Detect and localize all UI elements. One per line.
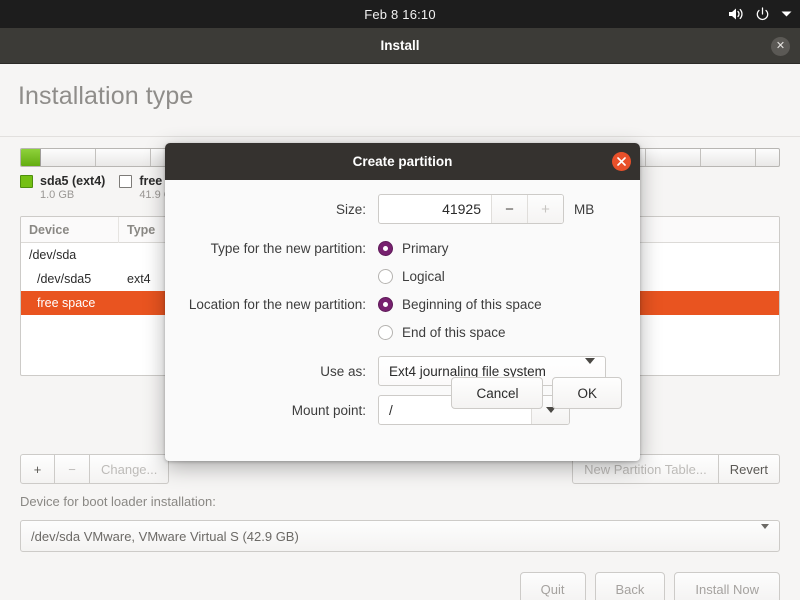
volume-icon[interactable] xyxy=(728,7,744,21)
radio-primary-label: Primary xyxy=(402,240,449,256)
back-button[interactable]: Back xyxy=(594,572,666,600)
dialog-footer: Cancel OK xyxy=(165,366,640,420)
dialog-title: Create partition xyxy=(352,154,453,169)
radio-logical-label: Logical xyxy=(402,268,445,284)
dialog-body: Size: − + MB Type for the new partition:… xyxy=(165,180,640,425)
add-partition-button[interactable]: + xyxy=(20,454,55,484)
partition-toolbar: + − Change... xyxy=(20,454,170,484)
type-label: Type for the new partition: xyxy=(210,240,366,256)
dialog-close-icon[interactable] xyxy=(612,152,631,171)
size-stepper[interactable]: − + xyxy=(378,194,564,224)
cell-device: /dev/sda5 xyxy=(37,272,92,286)
type-row-2: Logical xyxy=(165,262,640,290)
revert-button[interactable]: Revert xyxy=(718,454,780,484)
cell-device: /dev/sda xyxy=(29,248,77,262)
size-decrement-button[interactable]: − xyxy=(491,195,527,223)
cancel-button[interactable]: Cancel xyxy=(451,377,544,409)
column-header-device[interactable]: Device xyxy=(21,217,119,243)
size-increment-button[interactable]: + xyxy=(527,195,563,223)
system-top-bar: Feb 8 16:10 xyxy=(0,0,800,28)
size-input[interactable] xyxy=(379,195,491,223)
legend-size: 1.0 GB xyxy=(40,189,75,201)
cell-device: free space xyxy=(37,296,96,310)
boot-loader-select[interactable]: /dev/sda VMware, VMware Virtual S (42.9 … xyxy=(20,520,780,552)
radio-option-beginning[interactable]: Beginning of this space xyxy=(378,290,542,318)
page-title: Installation type xyxy=(18,82,194,110)
header-divider xyxy=(0,136,800,137)
legend-swatch-icon xyxy=(119,174,133,188)
wizard-buttons: Quit Back Install Now xyxy=(519,572,780,600)
size-label: Size: xyxy=(335,201,366,217)
radio-option-logical[interactable]: Logical xyxy=(378,262,445,290)
system-clock[interactable]: Feb 8 16:10 xyxy=(364,7,436,22)
radio-end-label: End of this space xyxy=(402,324,506,340)
radio-beginning-icon[interactable] xyxy=(378,296,393,312)
size-row: Size: − + MB xyxy=(165,194,640,224)
location-row-2: End of this space xyxy=(165,318,640,346)
change-partition-button[interactable]: Change... xyxy=(90,454,170,484)
legend-item: sda5 (ext4) 1.0 GB xyxy=(20,174,105,201)
radio-logical-icon[interactable] xyxy=(378,268,393,284)
quit-button[interactable]: Quit xyxy=(519,572,586,600)
ok-button[interactable]: OK xyxy=(552,377,622,409)
install-now-button[interactable]: Install Now xyxy=(674,572,780,600)
remove-partition-button[interactable]: − xyxy=(55,454,90,484)
window-close-icon[interactable]: ✕ xyxy=(771,37,790,56)
radio-primary-icon[interactable] xyxy=(378,240,393,256)
dialog-title-bar: Create partition xyxy=(165,143,640,180)
type-row: Type for the new partition: Primary xyxy=(165,234,640,262)
boot-loader-label: Device for boot loader installation: xyxy=(20,494,216,509)
window-title: Install xyxy=(380,38,420,53)
system-tray xyxy=(728,0,792,28)
power-icon[interactable] xyxy=(755,6,770,22)
size-unit-label: MB xyxy=(574,201,595,217)
create-partition-dialog: Create partition Size: − + MB xyxy=(165,143,640,461)
screen: Feb 8 16:10 Install ✕ Installation type … xyxy=(0,0,800,600)
location-row: Location for the new partition: Beginnin… xyxy=(165,290,640,318)
chevron-down-icon xyxy=(761,523,769,544)
legend-swatch-icon xyxy=(20,174,33,188)
radio-end-icon[interactable] xyxy=(378,324,393,340)
boot-loader-value: /dev/sda VMware, VMware Virtual S (42.9 … xyxy=(31,528,299,544)
radio-option-end[interactable]: End of this space xyxy=(378,318,506,346)
radio-beginning-label: Beginning of this space xyxy=(402,296,542,312)
partition-segment-sda5[interactable] xyxy=(21,149,41,166)
legend-label: sda5 (ext4) xyxy=(40,174,106,188)
location-label: Location for the new partition: xyxy=(188,296,366,312)
chevron-down-icon[interactable] xyxy=(781,10,792,18)
radio-option-primary[interactable]: Primary xyxy=(378,234,449,262)
installer-title-bar: Install ✕ xyxy=(0,28,800,64)
